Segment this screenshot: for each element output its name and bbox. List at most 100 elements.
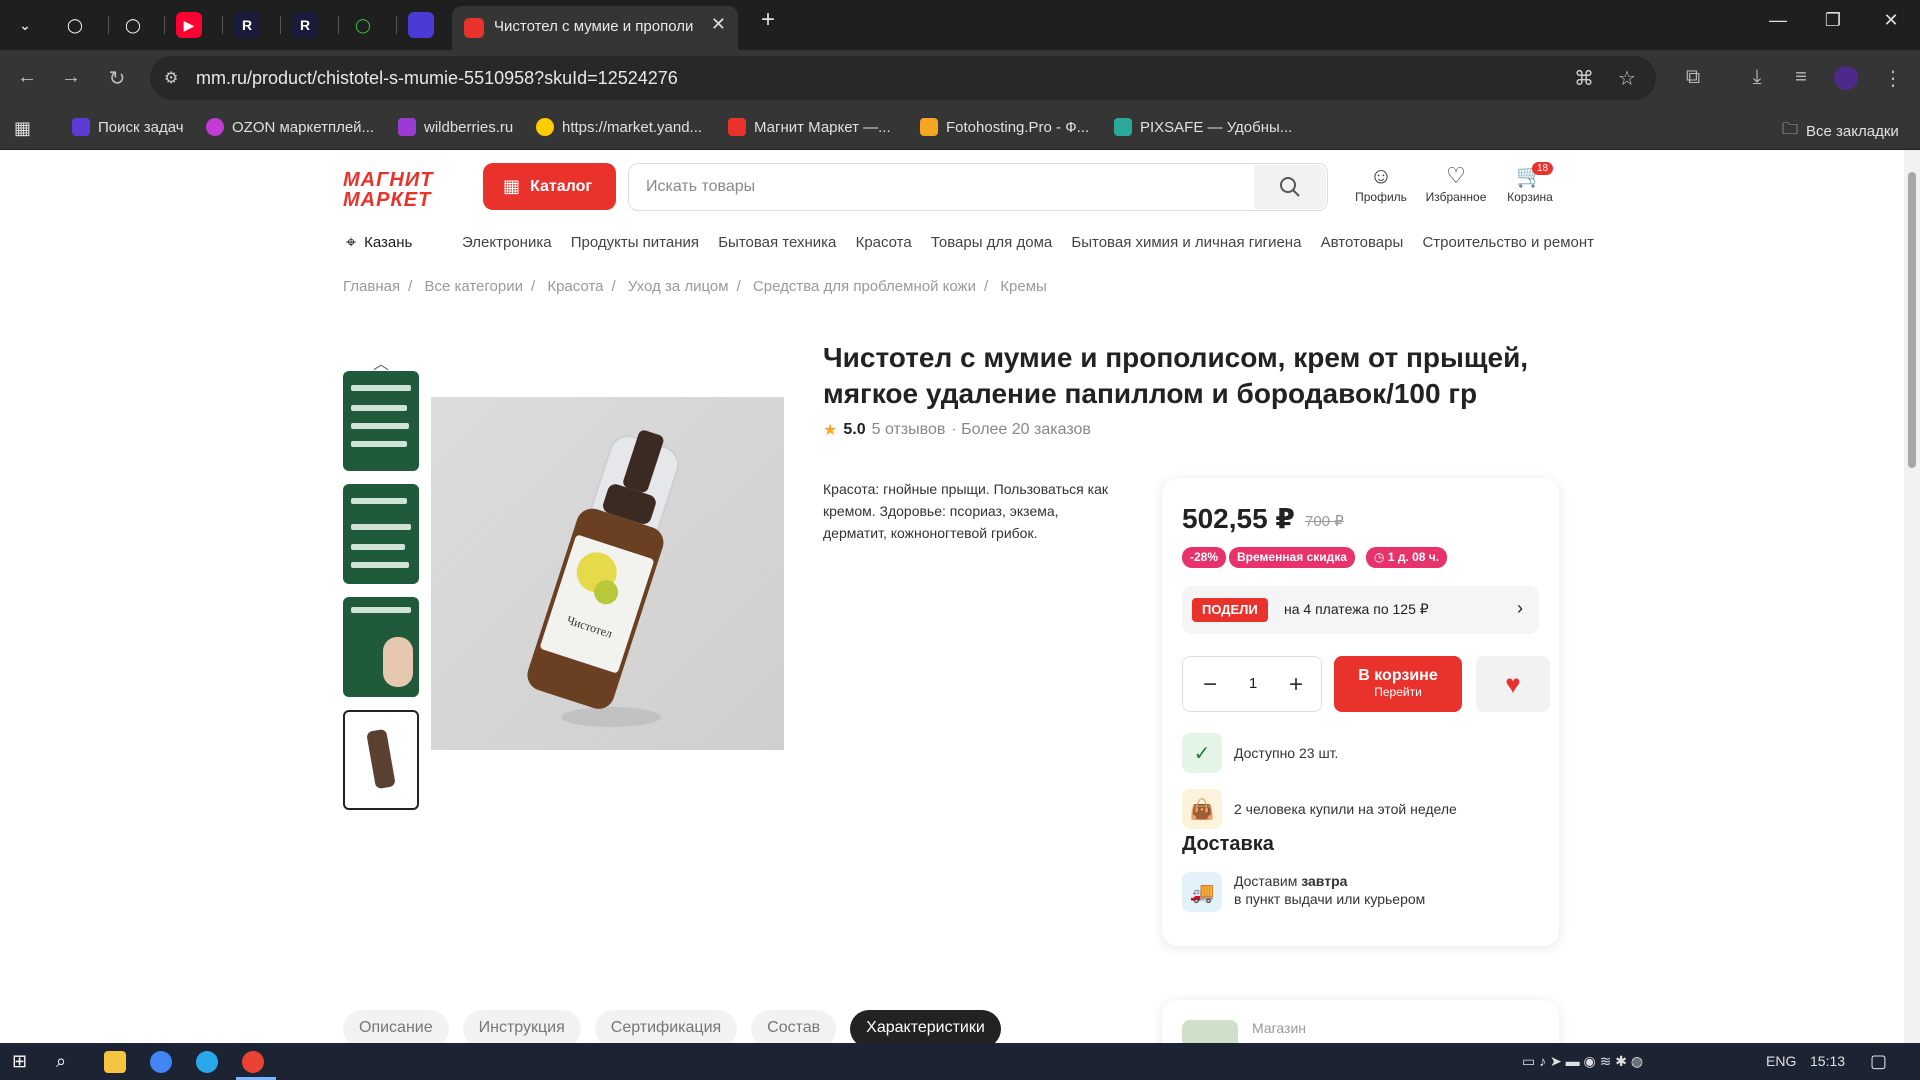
breadcrumb-link[interactable]: Уход за лицом xyxy=(628,278,729,295)
discount-badge: -28% xyxy=(1182,547,1227,568)
chevron-right-icon: › xyxy=(1517,598,1523,618)
bookmark-item[interactable]: Магнит Маркет —... xyxy=(728,118,891,136)
cart-button[interactable]: 🛒 Корзина xyxy=(1495,164,1565,205)
nav-category[interactable]: Строительство и ремонт xyxy=(1422,234,1594,251)
tab-certification[interactable]: Сертификация xyxy=(594,1010,738,1043)
nav-category[interactable]: Автотовары xyxy=(1321,234,1404,251)
restore-icon[interactable]: ❐ xyxy=(1818,10,1848,31)
tab-opera-icon[interactable]: ◯ xyxy=(120,12,146,38)
product-thumbnail[interactable] xyxy=(343,484,419,584)
installment-banner[interactable]: ПОДЕЛИ на 4 платежа по 125 ₽ › xyxy=(1182,586,1539,634)
bookmark-item[interactable]: wildberries.ru xyxy=(398,118,513,136)
breadcrumb-link[interactable]: Все категории xyxy=(424,278,523,295)
new-tab-icon[interactable]: + xyxy=(753,6,783,34)
magnit-market-logo[interactable]: МАГНИТ МАРКЕТ xyxy=(343,170,433,210)
star-icon[interactable]: ☆ xyxy=(1618,66,1636,91)
magnit-favicon xyxy=(464,18,484,38)
bookmark-item[interactable]: PIXSAFE — Удобны... xyxy=(1114,118,1292,136)
download-icon[interactable]: ⤓ xyxy=(1744,66,1770,89)
tab-opera-icon[interactable]: ◯ xyxy=(62,12,88,38)
search-icon[interactable]: ⌕ xyxy=(56,1051,78,1073)
reviews-link[interactable]: 5 отзывов xyxy=(872,421,946,439)
store-card[interactable]: Магазин xyxy=(1162,1000,1559,1043)
product-thumbnail[interactable] xyxy=(343,597,419,697)
nav-category[interactable]: Товары для дома xyxy=(931,234,1052,251)
tab-composition[interactable]: Состав xyxy=(751,1010,837,1043)
product-title: Чистотел с мумие и прополисом, крем от п… xyxy=(823,342,1529,409)
timer-badge: ◷ 1 д. 08 ч. xyxy=(1366,547,1448,568)
notifications-icon[interactable]: ▢ xyxy=(1870,1051,1887,1072)
nav-category[interactable]: Красота xyxy=(856,234,912,251)
site-info-icon[interactable]: ⚙ xyxy=(164,68,184,88)
bottle-illustration: Чистотел xyxy=(527,430,680,727)
tab-characteristics[interactable]: Характеристики xyxy=(850,1010,1001,1043)
tab-search-icon[interactable]: ⌄ xyxy=(12,12,38,38)
reload-icon[interactable]: ↻ xyxy=(104,66,130,91)
file-explorer-icon[interactable] xyxy=(104,1051,126,1073)
minimize-icon[interactable]: — xyxy=(1763,10,1793,31)
chrome-icon[interactable] xyxy=(150,1051,172,1073)
profile-button[interactable]: ☺ Профиль xyxy=(1346,164,1416,205)
media-icon[interactable]: ≡ xyxy=(1788,66,1814,89)
back-icon[interactable]: ← xyxy=(14,66,40,89)
apps-icon[interactable]: ▦ xyxy=(14,118,31,139)
bookmark-item[interactable]: https://market.yand... xyxy=(536,118,702,136)
tab-description[interactable]: Описание xyxy=(343,1010,449,1043)
nav-category[interactable]: Продукты питания xyxy=(571,234,699,251)
nav-category[interactable]: Бытовая химия и личная гигиена xyxy=(1071,234,1301,251)
product-main-image[interactable]: Чистотел xyxy=(431,397,784,750)
product-thumbnail[interactable] xyxy=(343,371,419,471)
language-indicator[interactable]: ENG xyxy=(1766,1053,1796,1069)
url-bar[interactable]: ⚙ mm.ru/product/chistotel-s-mumie-551095… xyxy=(150,56,1656,100)
tray-icons[interactable]: ▭ ♪ ➤ ▬ ◉ ≋ ✱ ◍ xyxy=(1522,1053,1643,1070)
all-bookmarks[interactable]: 🗀 Все закладки xyxy=(1782,118,1899,145)
bookmark-item[interactable]: OZON маркетплей... xyxy=(206,118,374,136)
heart-icon: ♡ xyxy=(1446,163,1466,188)
active-tab[interactable]: Чистотел с мумие и прополис ✕ xyxy=(452,6,738,50)
search-icon xyxy=(1280,177,1300,197)
url-text[interactable]: mm.ru/product/chistotel-s-mumie-5510958?… xyxy=(196,68,678,89)
breadcrumb-link[interactable]: Красота xyxy=(547,278,603,295)
quantity-stepper: − 1 + xyxy=(1182,656,1322,712)
extensions-icon[interactable]: ⧉ xyxy=(1680,66,1706,89)
tab-title: Чистотел с мумие и прополис xyxy=(494,18,694,35)
nav-category[interactable]: Бытовая техника xyxy=(718,234,836,251)
favorites-button[interactable]: ♡ Избранное xyxy=(1421,163,1491,205)
product-short-description: Красота: гнойные прыщи. Пользоваться как… xyxy=(823,481,1108,541)
store-logo xyxy=(1182,1020,1238,1043)
breadcrumb-link[interactable]: Кремы xyxy=(1000,278,1047,295)
clock[interactable]: 15:13 xyxy=(1810,1053,1845,1069)
in-cart-button[interactable]: В корзине Перейти xyxy=(1334,656,1462,712)
bookmark-item[interactable]: Поиск задач xyxy=(72,118,184,136)
breadcrumb-link[interactable]: Средства для проблемной кожи xyxy=(753,278,976,295)
bookmark-item[interactable]: Fotohosting.Pro - Ф... xyxy=(920,118,1089,136)
scrollbar[interactable] xyxy=(1904,150,1920,1043)
city-selector[interactable]: ⌖ Казань xyxy=(346,232,412,253)
search-input[interactable] xyxy=(630,165,1244,209)
installment-text: на 4 платежа по 125 ₽ xyxy=(1284,601,1429,617)
tab-green-icon[interactable]: ◯ xyxy=(350,12,376,38)
windows-start-icon[interactable]: ⊞ xyxy=(12,1051,34,1073)
tab-r-icon[interactable]: R xyxy=(234,12,260,38)
avatar[interactable] xyxy=(1834,66,1858,90)
nav-category[interactable]: Электроника xyxy=(462,234,552,251)
quantity-value[interactable]: 1 xyxy=(1243,675,1263,692)
search-button[interactable] xyxy=(1254,165,1326,209)
breadcrumb-link[interactable]: Главная xyxy=(343,278,400,295)
forward-icon[interactable]: → xyxy=(58,66,84,89)
telegram-icon[interactable] xyxy=(196,1051,218,1073)
tab-r-icon[interactable]: R xyxy=(292,12,318,38)
product-thumbnail-selected[interactable] xyxy=(343,710,419,810)
tab-shield-icon[interactable] xyxy=(408,12,434,38)
tab-youtube-icon[interactable]: ▶ xyxy=(176,12,202,38)
minus-button[interactable]: − xyxy=(1195,671,1225,699)
translate-icon[interactable]: ⌘ xyxy=(1574,66,1594,91)
chrome-active-icon[interactable] xyxy=(242,1051,264,1073)
add-to-favorites-button[interactable]: ♥ xyxy=(1476,656,1550,712)
tab-instruction[interactable]: Инструкция xyxy=(462,1010,581,1043)
close-window-icon[interactable]: ✕ xyxy=(1876,10,1906,31)
plus-button[interactable]: + xyxy=(1281,671,1311,699)
menu-icon[interactable]: ⋮ xyxy=(1880,66,1906,91)
catalog-button[interactable]: ▦ Каталог xyxy=(483,163,616,210)
close-tab-icon[interactable]: ✕ xyxy=(711,14,726,35)
